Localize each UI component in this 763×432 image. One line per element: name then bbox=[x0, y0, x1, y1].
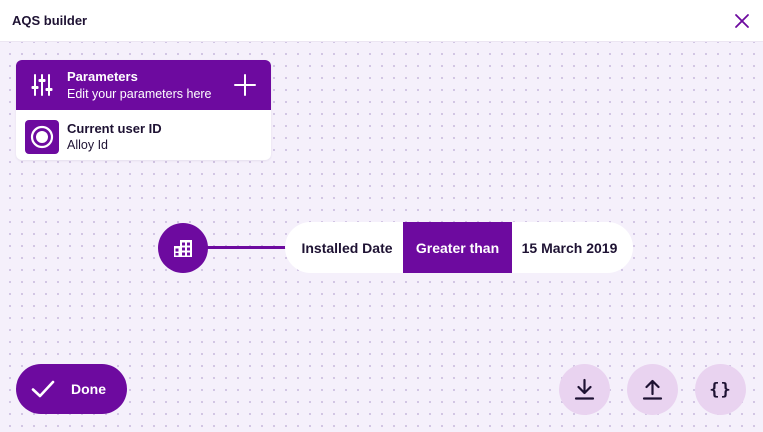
building-icon bbox=[174, 240, 192, 257]
condition-value[interactable]: 15 March 2019 bbox=[512, 222, 633, 273]
parameter-name: Current user ID bbox=[67, 121, 162, 136]
json-view-button[interactable]: {} bbox=[695, 364, 746, 415]
node-connector bbox=[206, 246, 288, 249]
add-parameter-button[interactable] bbox=[234, 74, 256, 96]
radio-target-icon bbox=[25, 120, 59, 154]
condition-node: Installed Date Greater than 15 March 201… bbox=[285, 222, 633, 273]
close-button[interactable] bbox=[732, 11, 752, 31]
parameter-item-current-user-id[interactable]: Current user ID Alloy Id bbox=[16, 110, 271, 160]
close-icon bbox=[735, 14, 749, 28]
condition-operator[interactable]: Greater than bbox=[403, 222, 512, 273]
done-button[interactable]: Done bbox=[16, 364, 127, 414]
upload-button[interactable] bbox=[627, 364, 678, 415]
dialog-title: AQS builder bbox=[12, 13, 88, 28]
parameter-type: Alloy Id bbox=[67, 138, 108, 152]
parameters-header: Parameters Edit your parameters here bbox=[16, 60, 271, 110]
upload-icon bbox=[642, 379, 663, 400]
aqs-builder-dialog: AQS builder Parameters Edit your paramet… bbox=[0, 0, 763, 432]
sliders-icon bbox=[31, 74, 53, 96]
plus-icon bbox=[234, 74, 256, 96]
entity-node[interactable] bbox=[158, 223, 208, 273]
check-icon bbox=[31, 380, 55, 398]
parameters-title: Parameters bbox=[67, 69, 138, 84]
parameters-panel: Parameters Edit your parameters here Cur… bbox=[16, 60, 271, 160]
download-button[interactable] bbox=[559, 364, 610, 415]
curly-braces-icon: {} bbox=[709, 379, 732, 400]
done-label: Done bbox=[71, 381, 106, 397]
condition-field[interactable]: Installed Date bbox=[285, 222, 403, 273]
download-icon bbox=[574, 378, 595, 400]
parameters-subtitle: Edit your parameters here bbox=[67, 87, 212, 101]
dialog-header: AQS builder bbox=[0, 0, 763, 42]
